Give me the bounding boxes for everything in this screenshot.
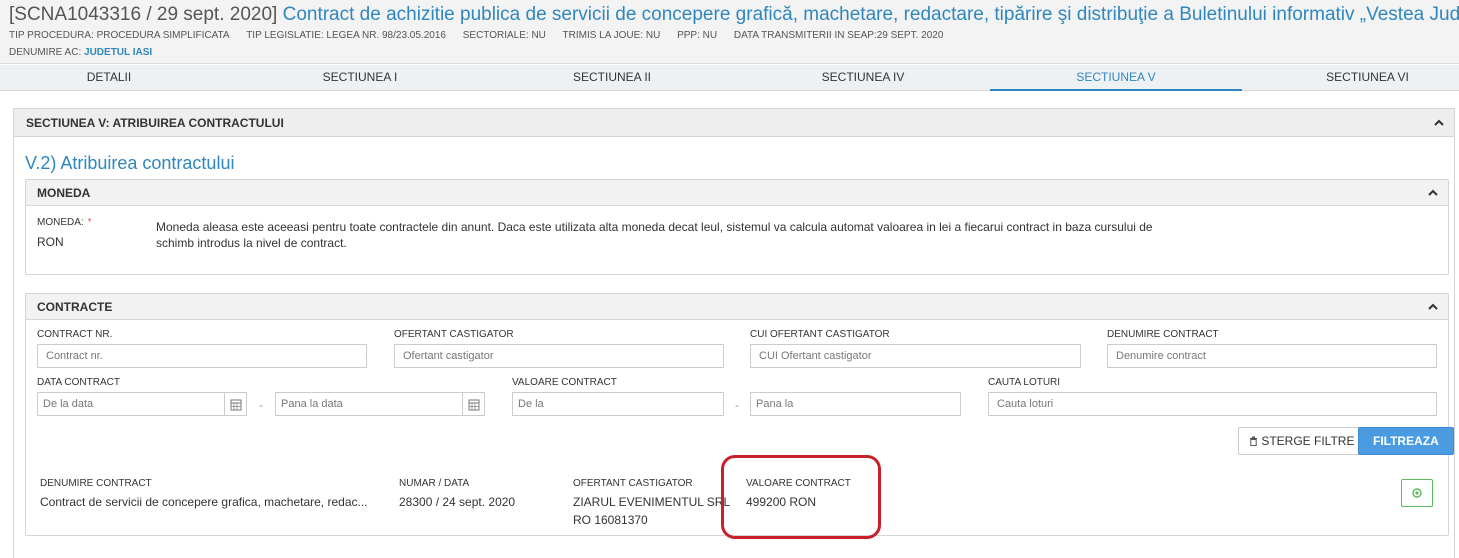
cui-label: CUI OFERTANT CASTIGATOR xyxy=(750,329,890,340)
notice-header: [SCNA1043316 / 29 sept. 2020] Contract d… xyxy=(0,0,1459,64)
moneda-note: Moneda aleasa este aceeasi pentru toate … xyxy=(156,220,1153,250)
meta-trimis-joue: TRIMIS LA JOUE: NU xyxy=(562,30,661,41)
view-contract-button[interactable] xyxy=(1401,479,1433,507)
row-ofertant-name: ZIARUL EVENIMENTUL SRL xyxy=(573,495,731,509)
meta-ppp: PPP: NU xyxy=(677,30,718,41)
meta-data-transmiterii: DATA TRANSMITERII IN SEAP:29 SEPT. 2020 xyxy=(733,30,944,41)
cui-input[interactable] xyxy=(750,344,1081,368)
section-header: SECTIUNEA V: ATRIBUIREA CONTRACTULUI xyxy=(14,109,1454,137)
tab-detalii[interactable]: DETALII xyxy=(0,65,218,91)
cauta-loturi-label: CAUTA LOTURI xyxy=(988,377,1061,388)
row-numar: 28300 / 24 sept. 2020 xyxy=(399,495,516,509)
data-to-input[interactable] xyxy=(275,392,463,416)
col-denumire-header: DENUMIRE CONTRACT xyxy=(40,478,152,489)
subsection-title: V.2) Atribuirea contractului xyxy=(25,153,235,173)
denumire-label: DENUMIRE CONTRACT xyxy=(1107,329,1219,340)
data-contract-label: DATA CONTRACT xyxy=(37,377,120,388)
moneda-label: MONEDA: * xyxy=(37,217,92,228)
row-denumire: Contract de servicii de concepere grafic… xyxy=(40,495,368,509)
contracte-title: CONTRACTE xyxy=(37,300,113,314)
notice-meta: TIP PROCEDURA: PROCEDURA SIMPLIFICATA TI… xyxy=(9,30,957,41)
filtreaza-button[interactable]: FILTREAZA xyxy=(1358,427,1454,455)
meta-sectoriale: SECTORIALE: NU xyxy=(462,30,546,41)
meta-tip-legislatie: TIP LEGISLATIE: LEGEA NR. 98/23.05.2016 xyxy=(246,30,446,41)
tab-sectiunea-v[interactable]: SECTIUNEA V xyxy=(990,65,1242,91)
tab-sectiunea-iv[interactable]: SECTIUNEA IV xyxy=(738,65,988,91)
valoare-to-input[interactable] xyxy=(750,392,961,416)
calendar-icon xyxy=(468,399,480,411)
contract-nr-label: CONTRACT NR. xyxy=(37,329,113,340)
valoare-from-input[interactable] xyxy=(512,392,724,416)
col-numar-header: NUMAR / DATA xyxy=(399,478,470,489)
moneda-header: MONEDA xyxy=(26,180,1448,206)
range-dash: - xyxy=(259,398,263,412)
denumire-ac: DENUMIRE AC: JUDETUL IASI xyxy=(9,47,152,58)
annotation-highlight xyxy=(721,455,881,539)
moneda-label-text: MONEDA: xyxy=(37,217,84,228)
calendar-button[interactable] xyxy=(463,392,485,416)
contracte-header: CONTRACTE xyxy=(26,294,1448,320)
chevron-up-icon[interactable] xyxy=(1426,300,1440,314)
ofertant-label: OFERTANT CASTIGATOR xyxy=(394,329,514,340)
row-ofertant-cui: RO 16081370 xyxy=(573,513,648,527)
meta-tip-procedura: TIP PROCEDURA: PROCEDURA SIMPLIFICATA xyxy=(9,30,230,41)
section-title: SECTIUNEA V: ATRIBUIREA CONTRACTULUI xyxy=(26,116,284,130)
notice-id: [SCNA1043316 / 29 sept. 2020] xyxy=(9,4,278,25)
ofertant-input[interactable] xyxy=(394,344,724,368)
moneda-panel: MONEDA MONEDA: * RON Moneda aleasa este a… xyxy=(25,179,1449,275)
cauta-loturi-input[interactable] xyxy=(988,392,1437,416)
range-dash: - xyxy=(735,398,739,412)
calendar-button[interactable] xyxy=(225,392,247,416)
tab-sectiunea-i[interactable]: SECTIUNEA I xyxy=(235,65,485,91)
calendar-icon xyxy=(230,399,242,411)
tab-sectiunea-ii[interactable]: SECTIUNEA II xyxy=(487,65,737,91)
trash-icon xyxy=(1250,436,1257,446)
chevron-up-icon[interactable] xyxy=(1432,116,1446,130)
moneda-value: RON xyxy=(37,235,64,249)
valoare-contract-label: VALOARE CONTRACT xyxy=(512,377,617,388)
chevron-up-icon[interactable] xyxy=(1426,186,1440,200)
contract-nr-input[interactable] xyxy=(37,344,367,368)
sterge-filtre-label: STERGE FILTRE xyxy=(1261,434,1355,448)
denumire-ac-link[interactable]: JUDETUL IASI xyxy=(84,47,152,58)
required-marker: * xyxy=(87,217,92,228)
col-ofertant-header: OFERTANT CASTIGATOR xyxy=(573,478,693,489)
moneda-title: MONEDA xyxy=(37,186,91,200)
denumire-input[interactable] xyxy=(1107,344,1437,368)
denumire-ac-label: DENUMIRE AC: xyxy=(9,47,82,58)
tab-sectiunea-vi[interactable]: SECTIUNEA VI xyxy=(1245,65,1459,91)
notice-title-line: [SCNA1043316 / 29 sept. 2020] Contract d… xyxy=(9,4,1459,26)
notice-title-link[interactable]: Contract de achizitie publica de servici… xyxy=(283,4,1459,25)
section-tabs: DETALII SECTIUNEA I SECTIUNEA II SECTIUN… xyxy=(0,65,1459,91)
eye-icon xyxy=(1412,488,1422,498)
data-from-input[interactable] xyxy=(37,392,225,416)
sterge-filtre-button[interactable]: STERGE FILTRE xyxy=(1238,427,1366,455)
